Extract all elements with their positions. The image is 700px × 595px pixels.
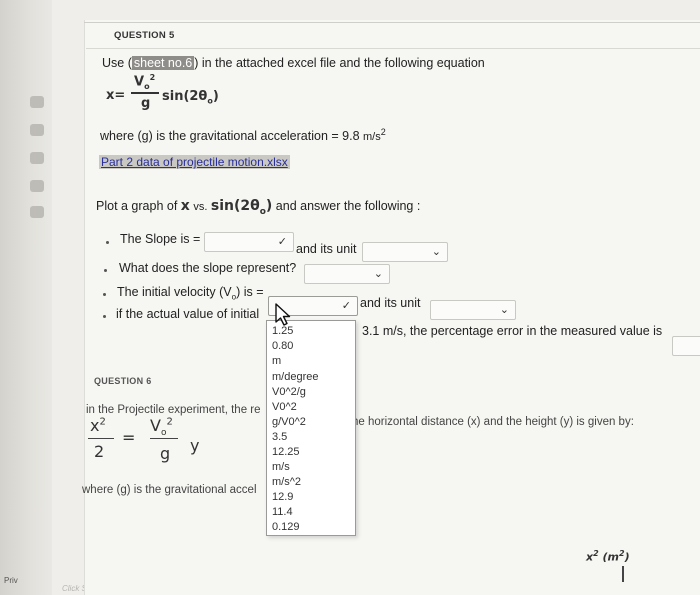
sidebar-mark [30, 180, 44, 192]
q6-eq-num1: x2 [90, 416, 106, 435]
axis-tick [622, 566, 624, 582]
dropdown-option[interactable]: V0^2 [272, 401, 297, 413]
fraction-bar [131, 92, 159, 94]
q6-gravity-statement: where (g) is the gravitational accel [82, 484, 257, 496]
question-5-title: QUESTION 5 [114, 30, 175, 41]
divider [84, 22, 700, 23]
q6-eq-equals: = [122, 428, 136, 447]
sidebar-mark [30, 96, 44, 108]
velocity-options-dropdown[interactable]: 1.25 0.80 m m/degree V0^2/g V0^2 g/V0^2 … [266, 320, 356, 536]
slope-select[interactable]: ✓ [204, 232, 294, 252]
q6-eq-den2: g [160, 444, 171, 463]
dropdown-option[interactable]: m/s [272, 461, 290, 473]
question-6-title: QUESTION 6 [94, 376, 152, 386]
initial-velocity-label: The initial velocity (Vo) is = [117, 285, 264, 302]
fraction-bar [150, 438, 178, 439]
percentage-error-label: 3.1 m/s, the percentage error in the mea… [362, 324, 663, 338]
dropdown-option[interactable]: m [272, 355, 281, 367]
sidebar-mark [30, 124, 44, 136]
velocity-unit-select[interactable]: ⌄ [430, 300, 516, 320]
equation-lhs: x= [106, 88, 126, 103]
mouse-cursor-icon [275, 303, 291, 326]
dropdown-option[interactable]: m/s^2 [272, 476, 301, 488]
slope-unit-select[interactable]: ⌄ [362, 242, 448, 262]
dropdown-option[interactable]: 0.129 [272, 521, 300, 533]
fraction-bar [88, 438, 114, 439]
dropdown-option[interactable]: m/degree [272, 371, 318, 383]
equation-numerator: Vo2 [134, 73, 156, 91]
chevron-down-icon: ⌄ [373, 267, 383, 280]
sidebar-mark [30, 152, 44, 164]
q6-eq-tail: y [190, 436, 200, 455]
question-5-intro: Use (sheet no.6) in the attached excel f… [102, 56, 485, 70]
chevron-down-icon: ✓ [341, 299, 351, 312]
slope-label: The Slope is = [120, 232, 201, 246]
axis-label: x2 (m2) [586, 549, 630, 564]
left-sidebar: Priv [0, 0, 52, 595]
dropdown-option[interactable]: 0.80 [272, 340, 293, 352]
attachment-link[interactable]: Part 2 data of projectile motion.xlsx [99, 155, 290, 169]
velocity-unit-label: and its unit [360, 296, 421, 310]
chevron-down-icon: ⌄ [431, 245, 441, 258]
sidebar-label: Priv [4, 576, 18, 585]
dropdown-option[interactable]: 12.9 [272, 491, 293, 503]
sidebar-mark [30, 206, 44, 218]
actual-value-label: if the actual value of initial [116, 307, 260, 321]
slope-represent-label: What does the slope represent? [119, 261, 297, 275]
question-6-intro-continued: he horizontal distance (x) and the heigh… [352, 416, 634, 428]
dropdown-option[interactable]: V0^2/g [272, 386, 306, 398]
dropdown-option[interactable]: 12.25 [272, 446, 300, 458]
sheet-highlight: sheet no.6 [131, 56, 195, 70]
dropdown-option[interactable]: g/V0^2 [272, 416, 306, 428]
bullet-dot [106, 241, 109, 244]
chevron-down-icon: ⌄ [499, 303, 509, 316]
q6-eq-den1: 2 [94, 442, 105, 461]
percentage-error-input[interactable] [672, 336, 700, 356]
divider [86, 48, 700, 49]
plot-instruction: Plot a graph of x vs. sin(2θo) and answe… [96, 198, 421, 217]
slope-represent-select[interactable]: ⌄ [304, 264, 390, 284]
bullet-dot [104, 269, 107, 272]
equation-denominator: g [141, 96, 151, 111]
dropdown-option[interactable]: 11.4 [272, 506, 293, 518]
q6-eq-num2: Vo2 [150, 416, 173, 439]
bullet-dot [103, 293, 106, 296]
chevron-down-icon: ✓ [277, 235, 287, 248]
gravity-statement: where (g) is the gravitational accelerat… [100, 127, 386, 144]
bullet-dot [103, 315, 106, 318]
question-6-intro: in the Projectile experiment, the re [86, 404, 261, 416]
equation-function: sin(2θo) [162, 89, 219, 106]
dropdown-option[interactable]: 3.5 [272, 431, 287, 443]
slope-unit-label: and its unit [296, 242, 357, 256]
